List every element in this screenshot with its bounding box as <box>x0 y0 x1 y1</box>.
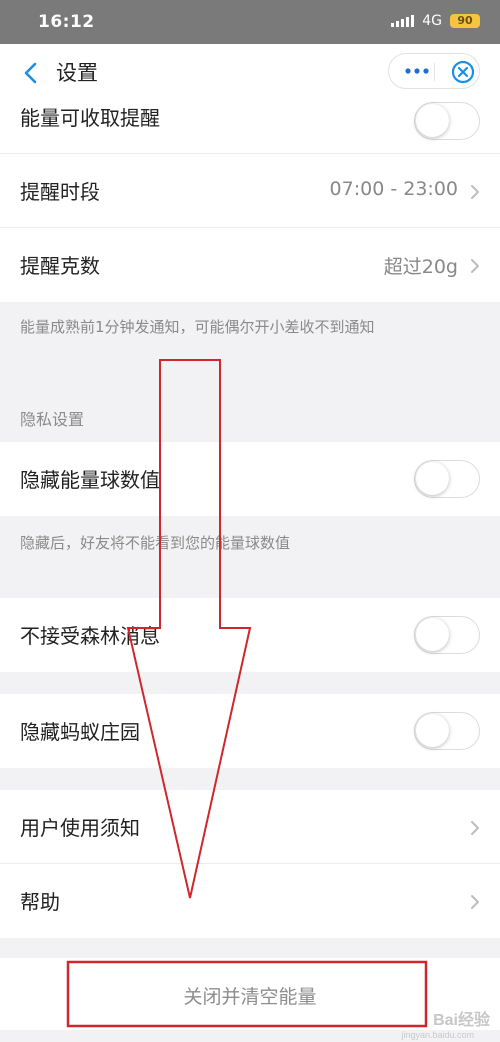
help-label: 帮助 <box>20 890 60 914</box>
toggle-knob <box>416 462 449 495</box>
toggle-knob <box>416 104 449 137</box>
chevron-right-icon <box>471 185 479 199</box>
reminder-period-label: 提醒时段 <box>20 180 100 204</box>
chevron-right-icon <box>471 821 479 835</box>
hide-energy-value-row: 隐藏能量球数值 <box>0 442 500 516</box>
toggle-knob <box>416 714 449 747</box>
user-notice-row[interactable]: 用户使用须知 <box>0 790 500 864</box>
more-icon[interactable] <box>403 64 431 78</box>
capsule-divider <box>434 63 435 81</box>
reject-forest-messages-row: 不接受森林消息 <box>0 598 500 672</box>
hide-energy-value-label: 隐藏能量球数值 <box>20 468 160 492</box>
help-row[interactable]: 帮助 <box>0 864 500 938</box>
reminder-grams-row[interactable]: 提醒克数 超过20g <box>0 228 500 302</box>
reminder-note: 能量成熟前1分钟发通知，可能偶尔开小差收不到通知 <box>20 318 375 336</box>
battery-icon: 90 <box>450 14 480 28</box>
energy-reminder-label: 能量可收取提醒 <box>20 106 160 130</box>
reminder-grams-label: 提醒克数 <box>20 254 100 278</box>
nav-bar: 设置 <box>0 44 500 102</box>
mini-app-capsule <box>388 53 480 89</box>
reject-forest-messages-toggle[interactable] <box>414 616 480 654</box>
reminder-grams-value: 超过20g <box>383 256 458 278</box>
user-notice-label: 用户使用须知 <box>20 816 140 840</box>
hide-ant-manor-toggle[interactable] <box>414 712 480 750</box>
close-and-clear-energy-label: 关闭并清空能量 <box>183 986 317 1008</box>
reminder-period-value: 07:00 - 23:00 <box>329 178 458 200</box>
energy-reminder-row: 能量可收取提醒 <box>0 102 500 154</box>
hide-ant-manor-row: 隐藏蚂蚁庄园 <box>0 694 500 768</box>
hide-energy-value-toggle[interactable] <box>414 460 480 498</box>
status-bar: 16:12 4G 90 <box>0 0 500 44</box>
page-title: 设置 <box>56 61 98 85</box>
watermark-logo: Bai经验 <box>433 1012 490 1029</box>
signal-icon <box>391 15 415 27</box>
chevron-right-icon <box>471 895 479 909</box>
toggle-knob <box>416 618 449 651</box>
privacy-section-title: 隐私设置 <box>20 410 85 429</box>
hide-ant-manor-label: 隐藏蚂蚁庄园 <box>20 720 140 744</box>
close-miniapp-icon[interactable] <box>450 59 476 85</box>
chevron-right-icon <box>471 259 479 273</box>
status-time: 16:12 <box>38 12 95 32</box>
status-indicators: 4G 90 <box>391 13 480 29</box>
hide-note: 隐藏后，好友将不能看到您的能量球数值 <box>20 534 291 552</box>
watermark-url: jingyan.baidu.com <box>401 1030 474 1040</box>
back-arrow-icon[interactable] <box>20 61 44 85</box>
close-and-clear-energy-button[interactable]: 关闭并清空能量 <box>0 958 500 1030</box>
reminder-period-row[interactable]: 提醒时段 07:00 - 23:00 <box>0 154 500 228</box>
reject-forest-messages-label: 不接受森林消息 <box>20 624 160 648</box>
energy-reminder-toggle[interactable] <box>414 102 480 140</box>
network-type: 4G <box>422 13 442 29</box>
